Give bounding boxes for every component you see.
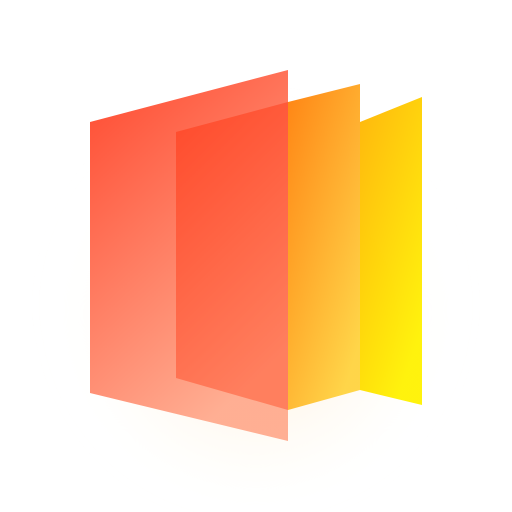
app-icon: [0, 0, 512, 512]
layered-panels-logo-icon: [66, 70, 446, 490]
back-panel: [360, 97, 422, 405]
middle-panel: [288, 84, 360, 410]
overlap-tint: [176, 102, 288, 410]
